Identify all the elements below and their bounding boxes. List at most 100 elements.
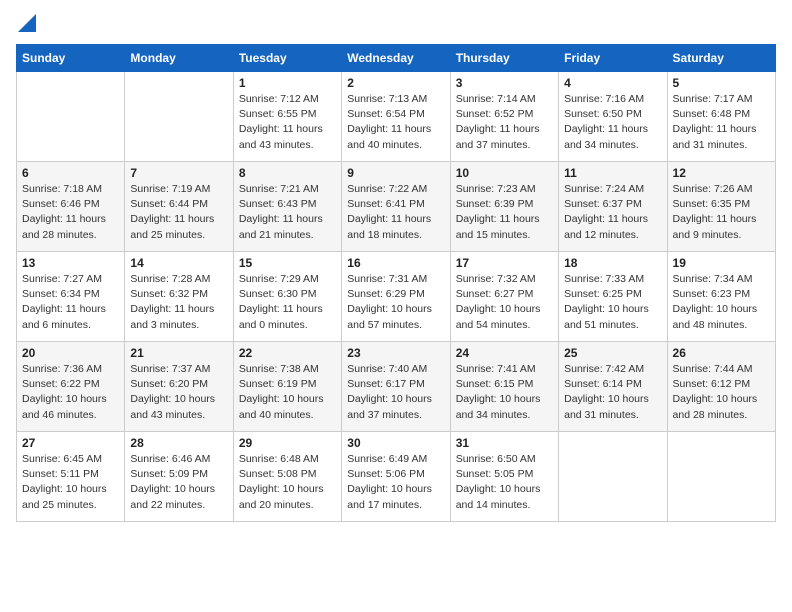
cell-info: Sunrise: 7:24 AMSunset: 6:37 PMDaylight:…: [564, 183, 648, 241]
cell-info: Sunrise: 7:16 AMSunset: 6:50 PMDaylight:…: [564, 93, 648, 151]
calendar-cell: [125, 72, 233, 162]
cell-info: Sunrise: 7:42 AMSunset: 6:14 PMDaylight:…: [564, 363, 649, 421]
day-number: 9: [347, 166, 444, 180]
cell-info: Sunrise: 7:28 AMSunset: 6:32 PMDaylight:…: [130, 273, 214, 331]
calendar-cell: 21 Sunrise: 7:37 AMSunset: 6:20 PMDayligh…: [125, 342, 233, 432]
day-header-thursday: Thursday: [450, 45, 558, 72]
cell-info: Sunrise: 7:44 AMSunset: 6:12 PMDaylight:…: [673, 363, 758, 421]
day-number: 17: [456, 256, 553, 270]
day-number: 29: [239, 436, 336, 450]
calendar-cell: 19Sunrise: 7:34 AMSunset: 6:23 PMDayligh…: [667, 252, 775, 342]
day-number: 4: [564, 76, 661, 90]
day-number: 8: [239, 166, 336, 180]
cell-info: Sunrise: 7:17 AMSunset: 6:48 PMDaylight:…: [673, 93, 757, 151]
day-number: 19: [673, 256, 770, 270]
calendar-cell: 27Sunrise: 6:45 AMSunset: 5:11 PMDayligh…: [17, 432, 125, 522]
day-number: 2: [347, 76, 444, 90]
day-number: 11: [564, 166, 661, 180]
calendar-cell: 12 Sunrise: 7:26 AMSunset: 6:35 PMDayligh…: [667, 162, 775, 252]
day-number: 1: [239, 76, 336, 90]
calendar-cell: [559, 432, 667, 522]
calendar-cell: 30 Sunrise: 6:49 AMSunset: 5:06 PMDayligh…: [342, 432, 450, 522]
cell-info: Sunrise: 7:23 AMSunset: 6:39 PMDaylight:…: [456, 183, 540, 241]
cell-info: Sunrise: 7:13 AMSunset: 6:54 PMDaylight:…: [347, 93, 431, 151]
day-number: 15: [239, 256, 336, 270]
cell-info: Sunrise: 6:48 AMSunset: 5:08 PMDaylight:…: [239, 453, 324, 511]
cell-info: Sunrise: 6:46 AMSunset: 5:09 PMDaylight:…: [130, 453, 215, 511]
calendar-cell: 5Sunrise: 7:17 AMSunset: 6:48 PMDaylight…: [667, 72, 775, 162]
calendar-cell: 13 Sunrise: 7:27 AMSunset: 6:34 PMDayligh…: [17, 252, 125, 342]
calendar-table: SundayMondayTuesdayWednesdayThursdayFrid…: [16, 44, 776, 522]
day-header-sunday: Sunday: [17, 45, 125, 72]
day-number: 6: [22, 166, 119, 180]
day-number: 30: [347, 436, 444, 450]
cell-info: Sunrise: 7:31 AMSunset: 6:29 PMDaylight:…: [347, 273, 432, 331]
cell-info: Sunrise: 7:26 AMSunset: 6:35 PMDaylight:…: [673, 183, 757, 241]
cell-info: Sunrise: 7:12 AMSunset: 6:55 PMDaylight:…: [239, 93, 323, 151]
day-number: 28: [130, 436, 227, 450]
calendar-cell: 20Sunrise: 7:36 AMSunset: 6:22 PMDayligh…: [17, 342, 125, 432]
day-header-tuesday: Tuesday: [233, 45, 341, 72]
calendar-cell: 26Sunrise: 7:44 AMSunset: 6:12 PMDayligh…: [667, 342, 775, 432]
day-number: 22: [239, 346, 336, 360]
calendar-cell: [667, 432, 775, 522]
calendar-cell: 17 Sunrise: 7:32 AMSunset: 6:27 PMDayligh…: [450, 252, 558, 342]
calendar-cell: 23Sunrise: 7:40 AMSunset: 6:17 PMDayligh…: [342, 342, 450, 432]
calendar-cell: 8 Sunrise: 7:21 AMSunset: 6:43 PMDaylight…: [233, 162, 341, 252]
cell-info: Sunrise: 6:49 AMSunset: 5:06 PMDaylight:…: [347, 453, 432, 511]
cell-info: Sunrise: 7:37 AMSunset: 6:20 PMDaylight:…: [130, 363, 215, 421]
calendar-week-4: 20Sunrise: 7:36 AMSunset: 6:22 PMDayligh…: [17, 342, 776, 432]
calendar-cell: 28 Sunrise: 6:46 AMSunset: 5:09 PMDayligh…: [125, 432, 233, 522]
calendar-cell: 11 Sunrise: 7:24 AMSunset: 6:37 PMDayligh…: [559, 162, 667, 252]
cell-info: Sunrise: 6:45 AMSunset: 5:11 PMDaylight:…: [22, 453, 107, 511]
calendar-cell: 16 Sunrise: 7:31 AMSunset: 6:29 PMDayligh…: [342, 252, 450, 342]
calendar-cell: 18 Sunrise: 7:33 AMSunset: 6:25 PMDayligh…: [559, 252, 667, 342]
calendar-cell: 24Sunrise: 7:41 AMSunset: 6:15 PMDayligh…: [450, 342, 558, 432]
calendar-cell: 3Sunrise: 7:14 AMSunset: 6:52 PMDaylight…: [450, 72, 558, 162]
cell-info: Sunrise: 7:33 AMSunset: 6:25 PMDaylight:…: [564, 273, 649, 331]
day-number: 20: [22, 346, 119, 360]
day-number: 10: [456, 166, 553, 180]
day-number: 16: [347, 256, 444, 270]
cell-info: Sunrise: 7:21 AMSunset: 6:43 PMDaylight:…: [239, 183, 323, 241]
cell-info: Sunrise: 7:32 AMSunset: 6:27 PMDaylight:…: [456, 273, 541, 331]
calendar-cell: 14 Sunrise: 7:28 AMSunset: 6:32 PMDayligh…: [125, 252, 233, 342]
day-header-wednesday: Wednesday: [342, 45, 450, 72]
day-number: 18: [564, 256, 661, 270]
calendar-cell: 1 Sunrise: 7:12 AMSunset: 6:55 PMDaylight…: [233, 72, 341, 162]
day-header-saturday: Saturday: [667, 45, 775, 72]
day-number: 12: [673, 166, 770, 180]
calendar-cell: 4 Sunrise: 7:16 AMSunset: 6:50 PMDaylight…: [559, 72, 667, 162]
day-header-monday: Monday: [125, 45, 233, 72]
calendar-cell: 31Sunrise: 6:50 AMSunset: 5:05 PMDayligh…: [450, 432, 558, 522]
day-number: 7: [130, 166, 227, 180]
calendar-cell: 25 Sunrise: 7:42 AMSunset: 6:14 PMDayligh…: [559, 342, 667, 432]
cell-info: Sunrise: 7:29 AMSunset: 6:30 PMDaylight:…: [239, 273, 323, 331]
calendar-cell: 6 Sunrise: 7:18 AMSunset: 6:46 PMDaylight…: [17, 162, 125, 252]
day-number: 13: [22, 256, 119, 270]
calendar-cell: 29 Sunrise: 6:48 AMSunset: 5:08 PMDayligh…: [233, 432, 341, 522]
cell-info: Sunrise: 6:50 AMSunset: 5:05 PMDaylight:…: [456, 453, 541, 511]
page-header: [16, 16, 776, 32]
logo: [16, 16, 36, 32]
cell-info: Sunrise: 7:27 AMSunset: 6:34 PMDaylight:…: [22, 273, 106, 331]
cell-info: Sunrise: 7:19 AMSunset: 6:44 PMDaylight:…: [130, 183, 214, 241]
cell-info: Sunrise: 7:22 AMSunset: 6:41 PMDaylight:…: [347, 183, 431, 241]
day-number: 3: [456, 76, 553, 90]
cell-info: Sunrise: 7:18 AMSunset: 6:46 PMDaylight:…: [22, 183, 106, 241]
logo-triangle-icon: [18, 14, 36, 32]
calendar-cell: [17, 72, 125, 162]
calendar-cell: 7 Sunrise: 7:19 AMSunset: 6:44 PMDaylight…: [125, 162, 233, 252]
calendar-cell: 22Sunrise: 7:38 AMSunset: 6:19 PMDayligh…: [233, 342, 341, 432]
calendar-week-2: 6 Sunrise: 7:18 AMSunset: 6:46 PMDaylight…: [17, 162, 776, 252]
calendar-cell: 2 Sunrise: 7:13 AMSunset: 6:54 PMDaylight…: [342, 72, 450, 162]
calendar-cell: 10 Sunrise: 7:23 AMSunset: 6:39 PMDayligh…: [450, 162, 558, 252]
day-number: 14: [130, 256, 227, 270]
day-number: 21: [130, 346, 227, 360]
day-number: 25: [564, 346, 661, 360]
day-header-friday: Friday: [559, 45, 667, 72]
calendar-cell: 9 Sunrise: 7:22 AMSunset: 6:41 PMDaylight…: [342, 162, 450, 252]
cell-info: Sunrise: 7:41 AMSunset: 6:15 PMDaylight:…: [456, 363, 541, 421]
calendar-week-3: 13 Sunrise: 7:27 AMSunset: 6:34 PMDayligh…: [17, 252, 776, 342]
calendar-header-row: SundayMondayTuesdayWednesdayThursdayFrid…: [17, 45, 776, 72]
